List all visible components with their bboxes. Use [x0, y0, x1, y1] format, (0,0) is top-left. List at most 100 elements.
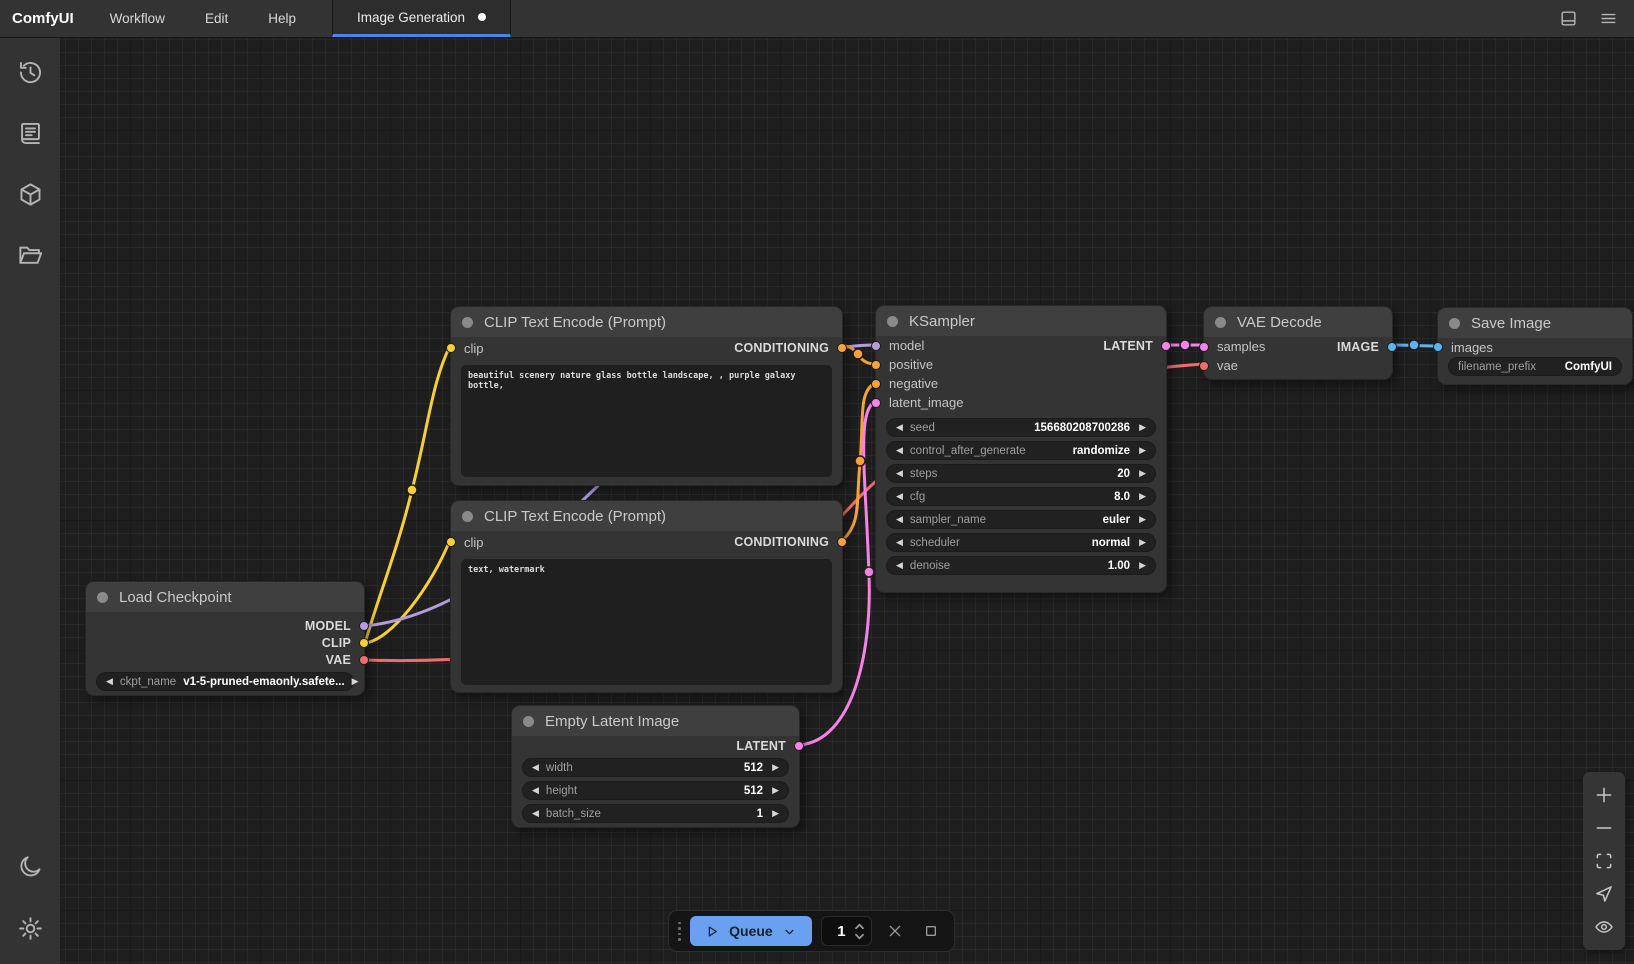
node-load-checkpoint[interactable]: Load Checkpoint MODEL CLIP VAE ◀ ckpt_na… — [85, 581, 365, 696]
decrement-icon[interactable]: ◀ — [532, 809, 539, 818]
node-header[interactable]: CLIP Text Encode (Prompt) — [451, 501, 842, 531]
prompt-textarea[interactable]: text, watermark — [461, 559, 832, 685]
link-midpoint-dot[interactable] — [864, 567, 874, 577]
widget-sampler-name[interactable]: ◀ sampler_name euler ▶ — [886, 510, 1156, 529]
workflow-history-icon[interactable] — [0, 50, 60, 94]
increment-icon[interactable]: ▶ — [772, 763, 779, 772]
next-value-icon[interactable]: ▶ — [1139, 515, 1146, 524]
menu-edit[interactable]: Edit — [185, 0, 248, 37]
input-slot-images[interactable] — [1433, 342, 1443, 352]
input-slot-model[interactable] — [871, 341, 881, 351]
link-clip-to-negative-prompt[interactable] — [365, 540, 450, 643]
batch-count-input[interactable]: 1 — [821, 916, 872, 946]
increment-icon[interactable]: ▶ — [1139, 492, 1146, 501]
bottom-panel-icon[interactable] — [1548, 0, 1588, 37]
widget-seed[interactable]: ◀ seed 156680208700286 ▶ — [886, 418, 1156, 437]
node-header[interactable]: CLIP Text Encode (Prompt) — [451, 307, 842, 337]
node-clip-text-encode-negative[interactable]: CLIP Text Encode (Prompt) clip CONDITION… — [450, 500, 843, 693]
decrement-icon[interactable]: ◀ — [896, 492, 903, 501]
collapse-dot[interactable] — [462, 317, 473, 328]
increment-icon[interactable]: ▶ — [772, 786, 779, 795]
widget-control-after-generate[interactable]: ◀ control_after_generate randomize ▶ — [886, 441, 1156, 460]
link-midpoint-dot[interactable] — [1409, 340, 1419, 350]
model-library-icon[interactable] — [0, 172, 60, 216]
node-empty-latent-image[interactable]: Empty Latent Image LATENT ◀ width 512 ▶ … — [511, 705, 800, 828]
zoom-out-icon[interactable] — [1594, 818, 1614, 838]
next-value-icon[interactable]: ▶ — [1139, 446, 1146, 455]
collapse-dot[interactable] — [1215, 317, 1226, 328]
link-midpoint-dot[interactable] — [407, 485, 417, 495]
step-up-icon[interactable] — [854, 923, 865, 930]
theme-toggle-icon[interactable] — [0, 844, 60, 888]
decrement-icon[interactable]: ◀ — [896, 561, 903, 570]
prev-value-icon[interactable]: ◀ — [896, 446, 903, 455]
output-slot-vae[interactable] — [359, 655, 369, 665]
output-slot-latent[interactable] — [1161, 341, 1171, 351]
input-slot-samples[interactable] — [1199, 342, 1209, 352]
prev-value-icon[interactable]: ◀ — [106, 677, 113, 686]
node-library-icon[interactable] — [0, 111, 60, 155]
clear-queue-icon[interactable] — [881, 923, 908, 939]
batch-count-value[interactable]: 1 — [828, 923, 854, 940]
input-slot-clip[interactable] — [446, 537, 456, 547]
output-slot-conditioning[interactable] — [837, 537, 847, 547]
output-slot-clip[interactable] — [359, 638, 369, 648]
fit-view-icon[interactable] — [1594, 851, 1614, 871]
link-midpoint-dot[interactable] — [853, 349, 863, 359]
increment-icon[interactable]: ▶ — [1139, 423, 1146, 432]
collapse-dot[interactable] — [1449, 318, 1460, 329]
input-slot-negative[interactable] — [871, 379, 881, 389]
unsaved-changes-dot[interactable] — [478, 13, 486, 21]
decrement-icon[interactable]: ◀ — [532, 763, 539, 772]
widget-denoise[interactable]: ◀ denoise 1.00 ▶ — [886, 556, 1156, 575]
chevron-down-icon[interactable] — [782, 924, 797, 939]
zoom-in-icon[interactable] — [1594, 785, 1614, 805]
widget-filename-prefix[interactable]: filename_prefix ComfyUI — [1448, 357, 1622, 376]
toggle-visibility-eye-icon[interactable] — [1594, 917, 1614, 937]
output-slot-model[interactable] — [359, 621, 369, 631]
drag-handle-icon[interactable] — [678, 922, 681, 941]
input-slot-vae[interactable] — [1199, 361, 1209, 371]
widget-width[interactable]: ◀ width 512 ▶ — [522, 758, 789, 777]
widget-steps[interactable]: ◀ steps 20 ▶ — [886, 464, 1156, 483]
prev-value-icon[interactable]: ◀ — [896, 538, 903, 547]
node-header[interactable]: Empty Latent Image — [512, 706, 799, 736]
node-header[interactable]: Load Checkpoint — [86, 582, 364, 612]
prompt-textarea[interactable]: beautiful scenery nature glass bottle la… — [461, 365, 832, 477]
queue-button[interactable]: Queue — [690, 916, 813, 946]
node-header[interactable]: Save Image — [1438, 308, 1632, 338]
stop-icon[interactable] — [918, 923, 945, 939]
node-header[interactable]: VAE Decode — [1204, 307, 1392, 337]
increment-icon[interactable]: ▶ — [1139, 561, 1146, 570]
next-value-icon[interactable]: ▶ — [352, 677, 359, 686]
increment-icon[interactable]: ▶ — [772, 809, 779, 818]
tab-image-generation[interactable]: Image Generation — [332, 0, 511, 37]
collapse-dot[interactable] — [97, 592, 108, 603]
collapse-dot[interactable] — [462, 511, 473, 522]
decrement-icon[interactable]: ◀ — [532, 786, 539, 795]
hamburger-menu-icon[interactable] — [1588, 0, 1628, 37]
settings-gear-icon[interactable] — [0, 906, 60, 950]
widget-ckpt-name[interactable]: ◀ ckpt_name v1-5-pruned-emaonly.safete..… — [96, 672, 354, 691]
output-slot-image[interactable] — [1387, 342, 1397, 352]
node-vae-decode[interactable]: VAE Decode samples IMAGE vae — [1203, 306, 1393, 380]
pan-mode-icon[interactable] — [1594, 884, 1614, 904]
prev-value-icon[interactable]: ◀ — [896, 515, 903, 524]
link-clip-to-positive-prompt[interactable] — [365, 346, 450, 643]
collapse-dot[interactable] — [523, 716, 534, 727]
increment-icon[interactable]: ▶ — [1139, 469, 1146, 478]
workflows-folder-icon[interactable] — [0, 233, 60, 277]
widget-height[interactable]: ◀ height 512 ▶ — [522, 781, 789, 800]
menu-help[interactable]: Help — [248, 0, 316, 37]
decrement-icon[interactable]: ◀ — [896, 469, 903, 478]
widget-cfg[interactable]: ◀ cfg 8.0 ▶ — [886, 487, 1156, 506]
node-header[interactable]: KSampler — [876, 306, 1166, 336]
input-slot-positive[interactable] — [871, 360, 881, 370]
input-slot-clip[interactable] — [446, 343, 456, 353]
step-down-icon[interactable] — [854, 933, 865, 940]
decrement-icon[interactable]: ◀ — [896, 423, 903, 432]
widget-batch-size[interactable]: ◀ batch_size 1 ▶ — [522, 804, 789, 823]
link-midpoint-dot[interactable] — [855, 456, 865, 466]
node-save-image[interactable]: Save Image images filename_prefix ComfyU… — [1437, 307, 1633, 385]
node-clip-text-encode-positive[interactable]: CLIP Text Encode (Prompt) clip CONDITION… — [450, 306, 843, 486]
